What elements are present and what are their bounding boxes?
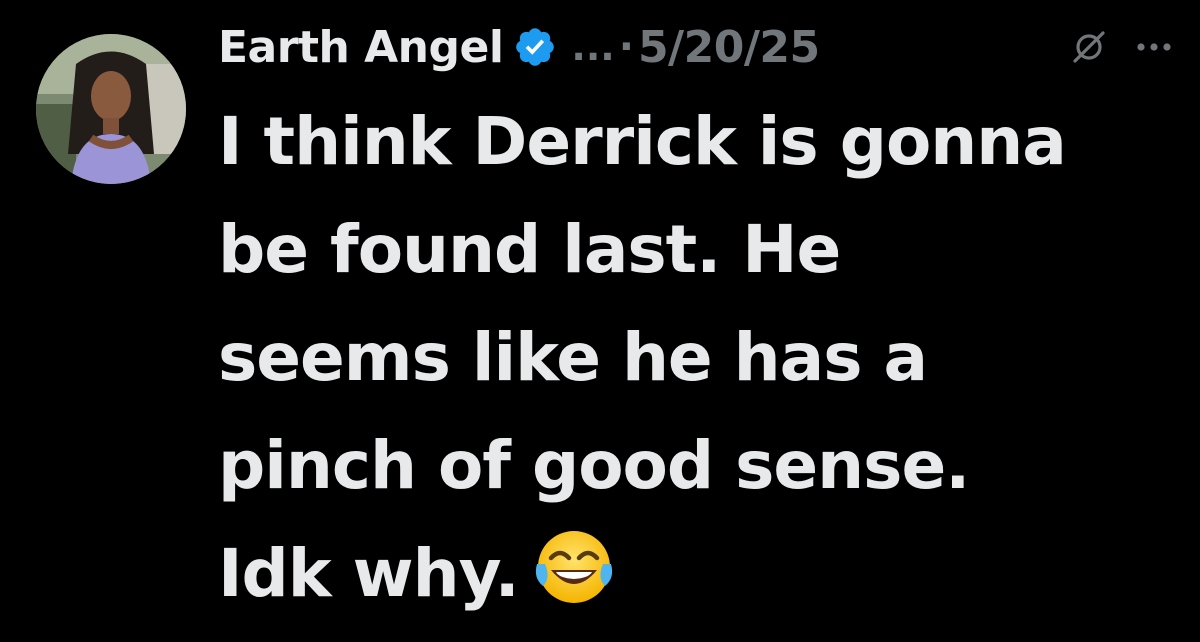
tweet-text-line: Idk why. — [218, 535, 520, 612]
tweet-text-line: seems like he has a — [218, 319, 928, 396]
tweet-date[interactable]: 5/20/25 — [638, 22, 820, 73]
display-name[interactable]: Earth Angel — [218, 22, 504, 73]
tweet-text-last-line: Idk why. — [218, 520, 1178, 628]
tweet-card: Earth Angel ... · 5/20/25 I think Derric… — [0, 0, 1200, 628]
handle-truncated[interactable]: ... — [571, 25, 614, 69]
separator-dot: · — [618, 24, 634, 70]
more-options-icon[interactable] — [1134, 32, 1174, 62]
tweet-text-line: be found last. He — [218, 211, 841, 288]
tweet-text: I think Derrick is gonna be found last. … — [218, 88, 1178, 628]
tweet-text-line: pinch of good sense. — [218, 427, 970, 504]
verified-badge-icon[interactable] — [513, 25, 557, 69]
grok-icon[interactable] — [1072, 30, 1106, 64]
profile-avatar[interactable] — [36, 34, 186, 184]
tweet-header: Earth Angel ... · 5/20/25 — [218, 20, 820, 74]
tweet-text-line: I think Derrick is gonna — [218, 103, 1067, 180]
face-with-tears-of-joy-icon — [531, 524, 617, 610]
avatar-image — [36, 34, 186, 184]
